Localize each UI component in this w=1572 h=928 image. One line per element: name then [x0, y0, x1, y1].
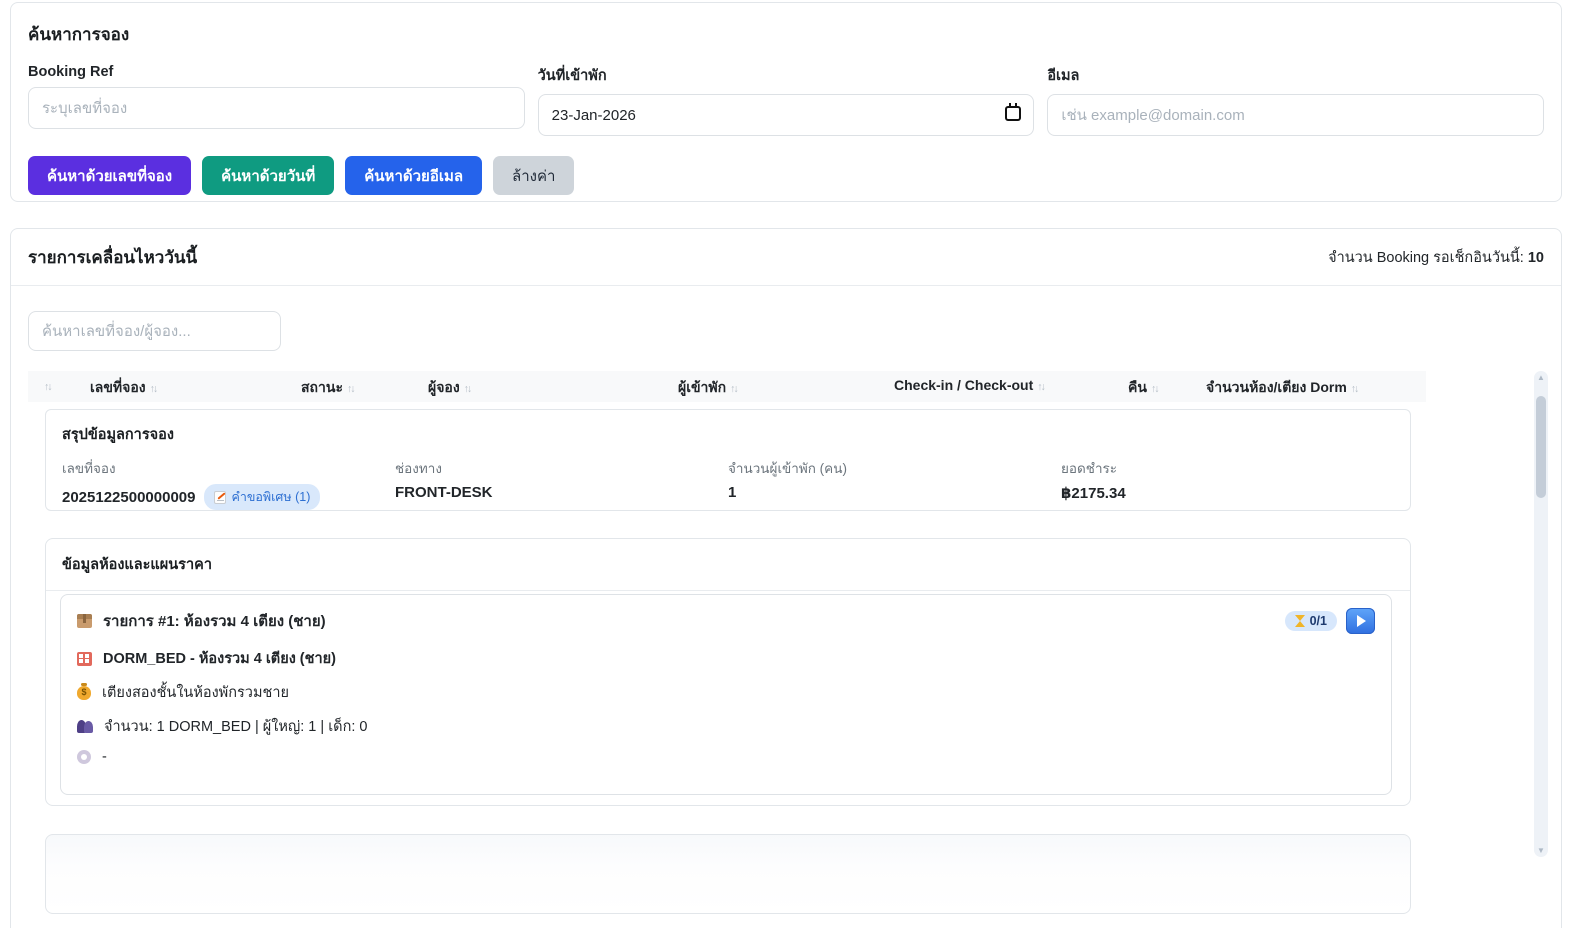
- search-booking-card: ค้นหาการจอง Booking Ref วันที่เข้าพัก อี…: [10, 2, 1562, 202]
- paid-value: ฿2175.34: [1061, 485, 1126, 502]
- room-section-title: ข้อมูลห้องและแผนราคา: [46, 539, 1410, 591]
- sort-icon[interactable]: ↑↓: [1151, 383, 1159, 395]
- search-buttons-row: ค้นหาด้วยเลขที่จอง ค้นหาด้วยวันที่ ค้นหา…: [28, 156, 1544, 195]
- play-icon: [1357, 615, 1366, 627]
- table-scrollbar[interactable]: ▲ ▼: [1534, 371, 1548, 857]
- summary-paid: ยอดชำระ ฿2175.34: [1061, 457, 1394, 510]
- sort-icon[interactable]: ↑↓: [1037, 381, 1045, 393]
- room-item-title: รายการ #1: ห้องรวม 4 เตียง (ชาย): [103, 613, 326, 630]
- column-guest[interactable]: ผู้เข้าพัก ↑↓: [678, 377, 738, 399]
- summary-booking-no: เลขที่จอง 2025122500000009 คำขอพิเศษ (1): [62, 457, 395, 510]
- pending-checkin-count: 10: [1527, 249, 1544, 266]
- hotel-icon: [77, 651, 92, 666]
- special-request-label: คำขอพิเศษ (1): [231, 490, 311, 504]
- channel-label: ช่องทาง: [395, 461, 442, 476]
- calendar-icon[interactable]: [1005, 103, 1022, 121]
- people-icon: [77, 720, 93, 733]
- checkin-date-group: วันที่เข้าพัก: [537, 64, 1035, 136]
- money-bag-icon: [77, 682, 91, 700]
- summary-title: สรุปข้อมูลการจอง: [62, 427, 174, 443]
- email-group: อีเมล: [1047, 64, 1544, 136]
- today-movements-card: รายการเคลื่อนไหววันนี้ จำนวน Booking รอเ…: [10, 228, 1562, 928]
- summary-grid: เลขที่จอง 2025122500000009 คำขอพิเศษ (1)…: [62, 457, 1394, 510]
- search-by-ref-button[interactable]: ค้นหาด้วยเลขที่จอง: [28, 156, 192, 195]
- special-request-badge[interactable]: คำขอพิเศษ (1): [204, 484, 321, 510]
- sort-icon[interactable]: ↑↓: [464, 383, 472, 395]
- checkin-date-label: วันที่เข้าพัก: [537, 68, 607, 84]
- booking-no-value: 2025122500000009: [62, 488, 196, 506]
- package-icon: [77, 614, 92, 628]
- email-label: อีเมล: [1047, 68, 1080, 84]
- paid-label: ยอดชำระ: [1061, 461, 1118, 476]
- rate-plan-text: เตียงสองชั้นในห้องพักรวมชาย: [102, 685, 289, 701]
- sort-icon[interactable]: ↑↓: [150, 383, 158, 395]
- summary-guests: จำนวนผู้เข้าพัก (คน) 1: [728, 457, 1061, 510]
- checkin-date-input[interactable]: [537, 94, 1035, 136]
- column-status[interactable]: สถานะ ↑↓: [301, 377, 355, 399]
- sort-icon[interactable]: ↑↓: [730, 383, 738, 395]
- summary-channel: ช่องทาง FRONT-DESK: [395, 457, 728, 510]
- occupancy-text: จำนวน: 1 DORM_BED | ผู้ใหญ่: 1 | เด็ก: 0: [104, 719, 368, 735]
- search-form-row: Booking Ref วันที่เข้าพัก อีเมล: [28, 64, 1544, 136]
- meal-row: -: [77, 749, 1375, 765]
- search-section-title: ค้นหาการจอง: [28, 25, 130, 44]
- booking-summary-panel: สรุปข้อมูลการจอง เลขที่จอง 2025122500000…: [45, 409, 1411, 511]
- booking-no-label: เลขที่จอง: [62, 461, 116, 476]
- sort-icon[interactable]: ↑↓: [44, 381, 52, 393]
- column-nights[interactable]: คืน ↑↓: [1128, 377, 1159, 399]
- checkin-progress-label: 0/1: [1309, 614, 1327, 628]
- meal-text: -: [102, 749, 107, 765]
- room-type-text: DORM_BED - ห้องรวม 4 เตียง (ชาย): [103, 651, 336, 667]
- hourglass-icon: [1294, 615, 1305, 627]
- movements-header: รายการเคลื่อนไหววันนี้ จำนวน Booking รอเ…: [11, 229, 1561, 286]
- guests-label: จำนวนผู้เข้าพัก (คน): [728, 461, 847, 476]
- checkin-progress-badge: 0/1: [1284, 611, 1337, 631]
- guests-value: 1: [728, 484, 737, 501]
- next-section-card: [45, 834, 1411, 914]
- pending-checkin-label: จำนวน Booking รอเช็กอินวันนี้:: [1328, 249, 1524, 266]
- room-item-title-row: รายการ #1: ห้องรวม 4 เตียง (ชาย) 0/1: [77, 608, 1375, 634]
- clear-button[interactable]: ล้างค่า: [493, 156, 575, 195]
- room-type-row: DORM_BED - ห้องรวม 4 เตียง (ชาย): [77, 647, 1375, 670]
- occupancy-row: จำนวน: 1 DORM_BED | ผู้ใหญ่: 1 | เด็ก: 0: [77, 715, 1375, 738]
- scroll-up-icon[interactable]: ▲: [1534, 373, 1548, 382]
- column-booker[interactable]: ผู้จอง ↑↓: [428, 377, 472, 399]
- search-by-date-button[interactable]: ค้นหาด้วยวันที่: [202, 156, 335, 195]
- column-rooms-dorm[interactable]: จำนวนห้อง/เตียง Dorm ↑↓: [1206, 377, 1359, 399]
- search-by-email-button[interactable]: ค้นหาด้วยอีเมล: [345, 156, 483, 195]
- email-input[interactable]: [1047, 94, 1544, 136]
- column-expander[interactable]: ↑↓: [40, 377, 52, 393]
- memo-icon: [214, 490, 227, 504]
- column-booking-no[interactable]: เลขที่จอง ↑↓: [90, 377, 158, 399]
- room-rateplan-card: ข้อมูลห้องและแผนราคา รายการ #1: ห้องรวม …: [45, 538, 1411, 806]
- column-checkin-checkout[interactable]: Check-in / Check-out ↑↓: [894, 377, 1046, 393]
- rate-plan-row: เตียงสองชั้นในห้องพักรวมชาย: [77, 681, 1375, 704]
- pending-checkin-counter: จำนวน Booking รอเช็กอินวันนี้: 10: [1328, 246, 1544, 269]
- scroll-down-icon[interactable]: ▼: [1534, 846, 1548, 855]
- scrollbar-thumb[interactable]: [1536, 396, 1546, 498]
- booking-ref-label: Booking Ref: [28, 64, 114, 80]
- room-item-card: รายการ #1: ห้องรวม 4 เตียง (ชาย) 0/1 DOR…: [60, 594, 1392, 795]
- checkin-play-button[interactable]: [1346, 608, 1375, 634]
- booking-filter-input[interactable]: [28, 311, 281, 351]
- sort-icon[interactable]: ↑↓: [1351, 383, 1359, 395]
- sort-icon[interactable]: ↑↓: [347, 383, 355, 395]
- booking-ref-group: Booking Ref: [28, 64, 525, 136]
- channel-value: FRONT-DESK: [395, 484, 493, 501]
- movements-title: รายการเคลื่อนไหววันนี้: [28, 247, 198, 267]
- bookings-table-header: ↑↓ เลขที่จอง ↑↓ สถานะ ↑↓ ผู้จอง ↑↓ ผู้เข้าพ…: [28, 371, 1426, 402]
- meal-plate-icon: [77, 750, 91, 764]
- booking-ref-input[interactable]: [28, 87, 525, 129]
